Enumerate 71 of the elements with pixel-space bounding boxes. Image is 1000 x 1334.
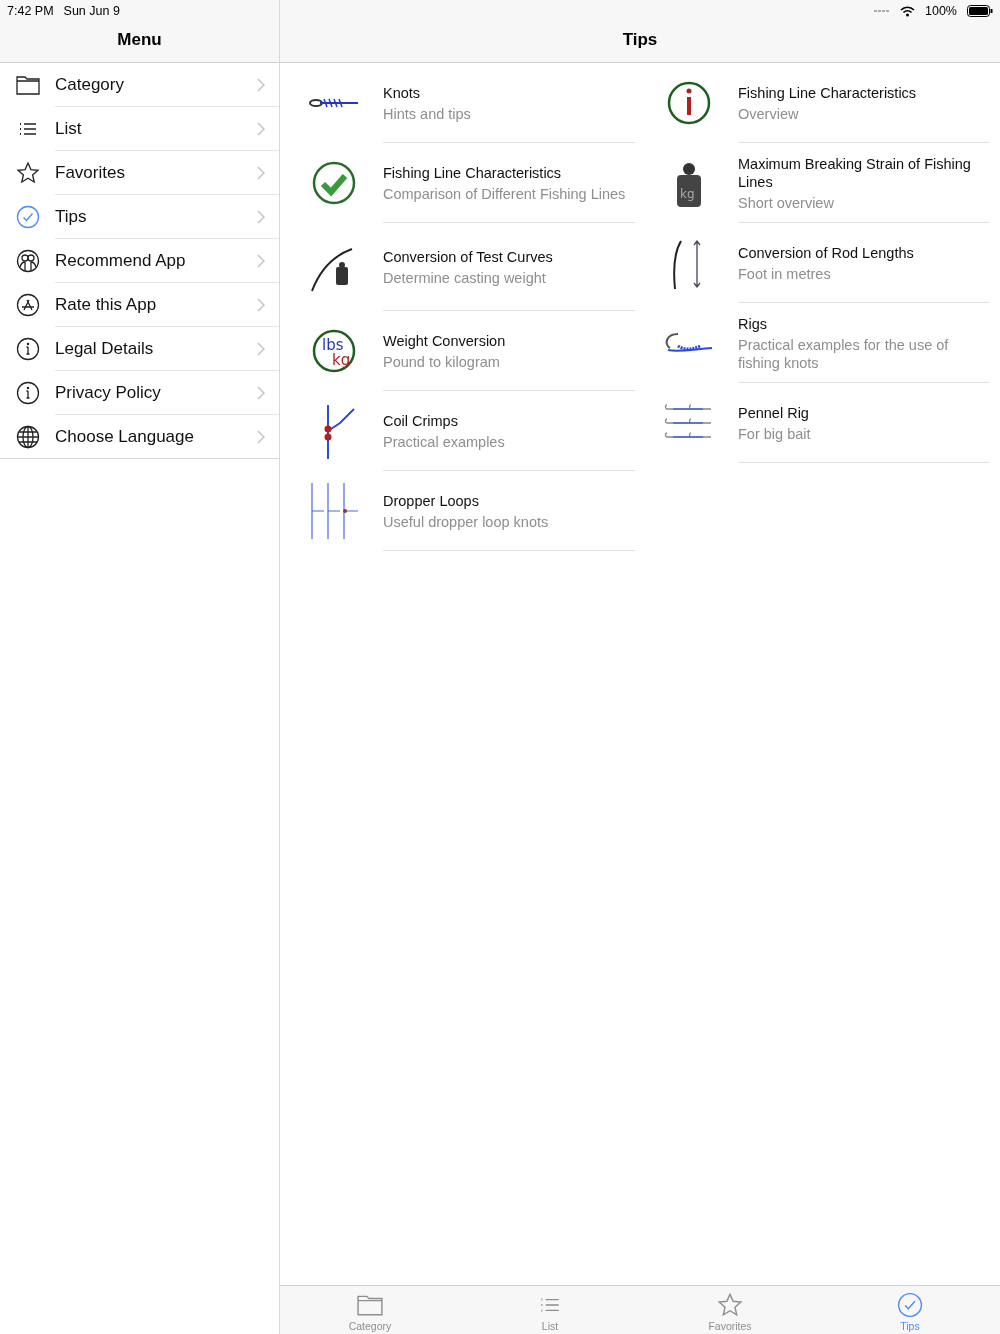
tip-item[interactable]: Dropper Loops Useful dropper loop knots xyxy=(300,471,635,551)
tip-subtitle: For big bait xyxy=(738,425,812,443)
tip-item[interactable]: lbs kg Weight Conversion Pound to kilogram xyxy=(300,311,635,391)
info-icon xyxy=(15,337,40,361)
tip-item[interactable]: Rigs Practical examples for the use of fishing knots xyxy=(655,303,990,383)
tip-title: Knots xyxy=(383,84,422,102)
menu-item[interactable]: Privacy Policy xyxy=(0,371,279,415)
tip-item[interactable]: Coil Crimps Practical examples xyxy=(300,391,635,471)
menu-item[interactable]: Rate this App xyxy=(0,283,279,327)
app-store-icon xyxy=(15,293,40,317)
tip-title: Rigs xyxy=(738,315,768,333)
info-icon xyxy=(15,381,40,405)
menu-item[interactable]: Category xyxy=(0,63,279,107)
tip-title: Fishing Line Characteristics xyxy=(738,84,918,102)
star-icon xyxy=(717,1292,743,1318)
chevron-icon xyxy=(257,165,265,180)
tip-subtitle: Pound to kilogram xyxy=(383,353,501,371)
chevron-icon xyxy=(257,297,265,312)
globe-icon xyxy=(15,425,40,449)
tip-subtitle: Comparison of Different Fishing Lines xyxy=(383,185,627,203)
chevron-icon xyxy=(257,77,265,92)
page-title: Tips xyxy=(621,29,659,51)
tip-title: Pennel Rig xyxy=(738,404,810,422)
check-circle-icon xyxy=(15,205,40,229)
tip-subtitle: Hints and tips xyxy=(383,105,472,123)
menu-item[interactable]: Recommend App xyxy=(0,239,279,283)
tip-item[interactable]: Conversion of Test Curves Determine casting weight xyxy=(300,223,635,311)
dropper-loops-icon xyxy=(308,483,360,539)
tip-item[interactable]: Pennel Rig For big bait xyxy=(655,383,990,463)
menu-item[interactable]: Legal Details xyxy=(0,327,279,371)
chevron-icon xyxy=(257,253,265,268)
tip-subtitle: Foot in metres xyxy=(738,265,832,283)
menu-item[interactable]: Choose Language xyxy=(0,415,279,459)
hook-icon xyxy=(663,332,713,354)
tip-item[interactable]: kg Maximum Breaking Strain of Fishing Lines Short overview xyxy=(655,143,990,223)
tip-title: Dropper Loops xyxy=(383,492,480,510)
chevron-icon xyxy=(257,385,265,400)
menu-item[interactable]: List xyxy=(0,107,279,151)
tip-title: Conversion of Test Curves xyxy=(383,248,554,266)
tip-subtitle: Practical examples for the use of fishing knots xyxy=(738,336,950,372)
menu-title: Menu xyxy=(116,29,163,51)
tip-title: Conversion of Rod Lengths xyxy=(738,244,915,262)
tip-subtitle: Determine casting weight xyxy=(383,269,547,287)
chevron-icon xyxy=(257,341,265,356)
wifi-icon xyxy=(900,5,915,17)
star-icon xyxy=(15,161,40,185)
signal-icon xyxy=(874,9,890,13)
tip-subtitle: Useful dropper loop knots xyxy=(383,513,550,531)
chevron-icon xyxy=(257,209,265,224)
folder-icon xyxy=(15,73,40,97)
status-time: 7:42 PM xyxy=(7,4,54,18)
tip-item[interactable]: Conversion of Rod Lengths Foot in metres xyxy=(655,223,990,303)
menu-item[interactable]: Favorites xyxy=(0,151,279,195)
people-icon xyxy=(15,249,40,273)
tip-item[interactable]: Fishing Line Characteristics Overview xyxy=(655,63,990,143)
tip-title: Weight Conversion xyxy=(383,332,507,350)
tip-item[interactable]: Knots Hints and tips xyxy=(300,63,635,143)
tip-title: Coil Crimps xyxy=(383,412,459,430)
chevron-icon xyxy=(257,121,265,136)
battery-percentage: 100% xyxy=(925,4,957,18)
tip-title: Maximum Breaking Strain of Fishing Lines xyxy=(738,155,972,191)
tip-subtitle: Short overview xyxy=(738,194,835,212)
menu-item[interactable]: Tips xyxy=(0,195,279,239)
tip-subtitle: Practical examples xyxy=(383,433,506,451)
tip-subtitle: Overview xyxy=(738,105,800,123)
battery-icon xyxy=(967,5,993,17)
status-date: Sun Jun 9 xyxy=(63,4,120,18)
check-circle-icon xyxy=(897,1292,923,1318)
tip-item[interactable]: Fishing Line Characteristics Comparison of Different Fishing Lines xyxy=(300,143,635,223)
tip-title: Fishing Line Characteristics xyxy=(383,164,563,182)
chevron-icon xyxy=(257,429,265,444)
